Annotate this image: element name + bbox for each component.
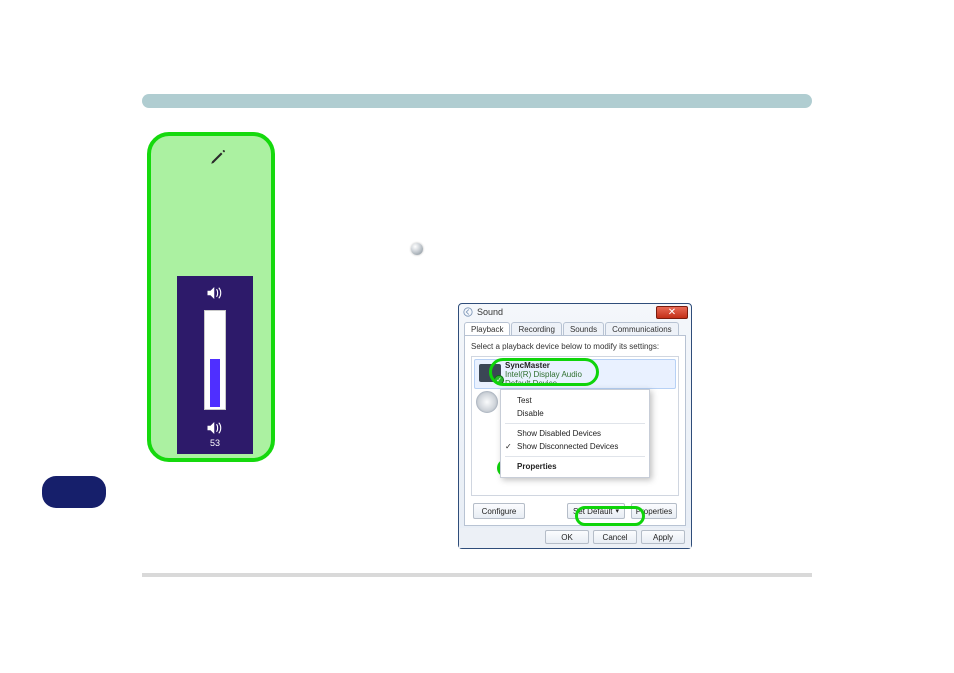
tab-recording[interactable]: Recording [511,322,561,336]
context-menu: Test Disable Show Disabled Devices Show … [500,389,650,478]
speaker-mute-icon[interactable]: 53 [206,421,224,448]
speaker-icon [206,286,224,305]
device-second[interactable]: Test Disable Show Disabled Devices Show … [472,391,678,395]
volume-fill [210,359,220,407]
volume-panel: 53 [147,132,275,462]
tab-playback[interactable]: Playback [464,322,510,336]
menu-show-disabled[interactable]: Show Disabled Devices [501,427,649,440]
device-syncmaster[interactable]: ✓ SyncMaster Intel(R) Display Audio Defa… [474,359,676,389]
menu-disable[interactable]: Disable [501,407,649,420]
panel-instruction: Select a playback device below to modify… [471,342,659,351]
close-button[interactable]: ✕ [656,306,688,319]
properties-button[interactable]: Properties [631,503,677,519]
cancel-button[interactable]: Cancel [593,530,637,544]
tab-communications[interactable]: Communications [605,322,679,336]
volume-flyout[interactable]: 53 [177,276,253,454]
apply-button[interactable]: Apply [641,530,685,544]
device-text: SyncMaster Intel(R) Display Audio Defaul… [505,362,582,388]
monitor-icon: ✓ [479,364,501,382]
tip-bar [142,94,812,108]
device-list[interactable]: ✓ SyncMaster Intel(R) Display Audio Defa… [471,356,679,496]
orb-icon [411,243,423,255]
page-badge [42,476,106,508]
page-root: 53 Sound ✕ Playback Recording Sounds Com… [0,0,954,673]
check-icon: ✓ [494,375,504,385]
page-divider [142,573,812,577]
back-icon[interactable] [463,307,473,317]
sound-dialog: Sound ✕ Playback Recording Sounds Commun… [458,303,692,549]
playback-panel: Select a playback device below to modify… [464,335,686,526]
menu-separator [505,423,645,424]
volume-value: 53 [206,438,224,448]
menu-show-disconnected[interactable]: Show Disconnected Devices [501,440,649,453]
close-icon: ✕ [668,307,676,318]
ok-button[interactable]: OK [545,530,589,544]
tab-bar: Playback Recording Sounds Communications [464,322,679,336]
menu-test[interactable]: Test [501,394,649,407]
configure-button[interactable]: Configure [473,503,525,519]
menu-properties[interactable]: Properties [501,460,649,473]
menu-separator [505,456,645,457]
device-status: Default Device [505,380,582,389]
set-default-label: Set Default [573,507,613,516]
speaker-disc-icon [476,391,498,413]
chevron-down-icon: ▾ [616,507,620,515]
pen-icon [209,148,227,166]
volume-slider[interactable] [204,310,226,410]
tab-sounds[interactable]: Sounds [563,322,604,336]
set-default-button[interactable]: Set Default ▾ [567,503,625,519]
dialog-button-row: OK Cancel Apply [459,528,691,548]
dialog-title: Sound [477,307,503,317]
